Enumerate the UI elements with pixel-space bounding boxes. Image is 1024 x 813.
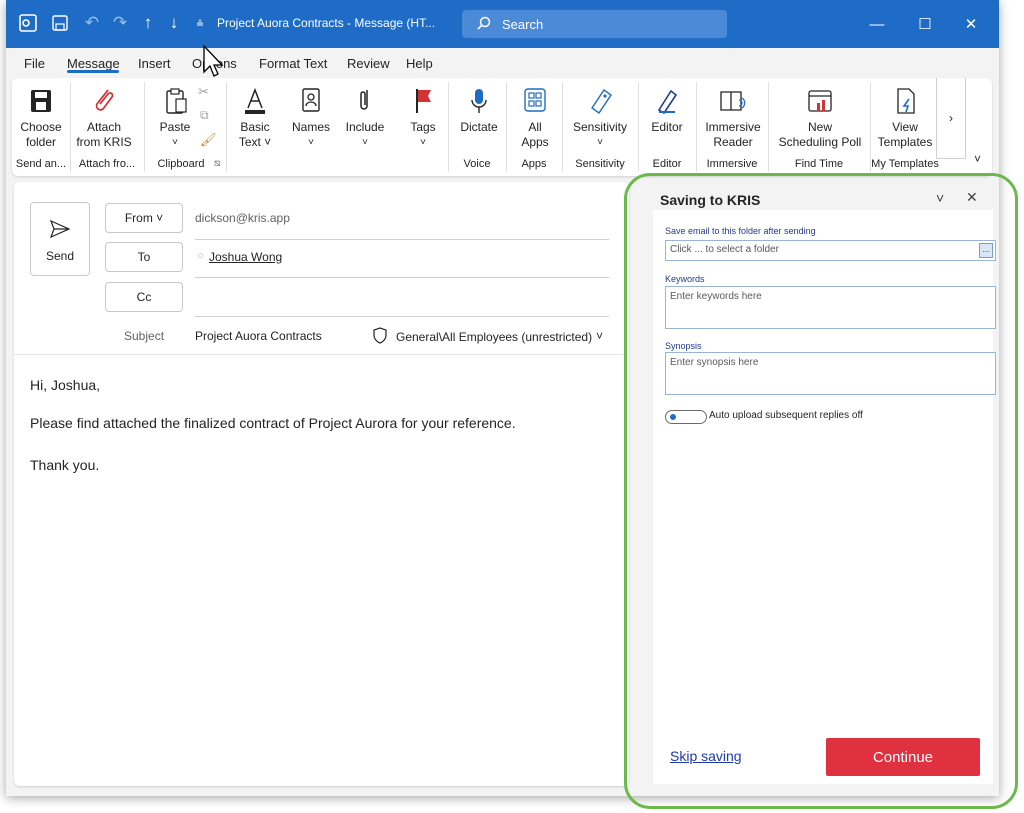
to-button[interactable]: To bbox=[105, 242, 183, 272]
undo-icon[interactable]: ↶ bbox=[82, 12, 102, 34]
include-button[interactable]: Include ˅ bbox=[342, 78, 388, 158]
editor-pen-icon bbox=[651, 86, 683, 116]
sensitivity-label-icon bbox=[584, 86, 616, 116]
save-disk-icon bbox=[25, 86, 57, 116]
tags-button[interactable]: Tags ˅ bbox=[400, 78, 446, 158]
recipient-status-icon: ○ bbox=[197, 250, 204, 262]
down-arrow-icon[interactable]: ↓ bbox=[164, 12, 184, 34]
search-box[interactable]: Search bbox=[462, 10, 727, 38]
group-label-find-time: Find Time bbox=[794, 158, 844, 170]
active-tab-indicator bbox=[67, 70, 119, 73]
window-title: Project Auora Contracts - Message (HT... bbox=[217, 16, 436, 30]
highlight-ring bbox=[624, 173, 1018, 809]
outlook-app-icon bbox=[18, 12, 38, 34]
apps-grid-icon bbox=[519, 86, 551, 116]
editor-button[interactable]: Editor bbox=[644, 78, 690, 158]
format-painter-icon[interactable]: 🖌 bbox=[200, 132, 217, 148]
from-divider bbox=[195, 239, 609, 240]
ribbon-more-chevron-icon[interactable]: › bbox=[936, 78, 966, 159]
flag-icon bbox=[407, 86, 439, 116]
immersive-reader-icon bbox=[717, 86, 749, 116]
group-label-voice: Voice bbox=[463, 158, 491, 170]
basic-text-button[interactable]: Basic Text ˅ bbox=[232, 78, 278, 158]
group-label-editor: Editor bbox=[652, 158, 682, 170]
view-templates-button[interactable]: View Templates bbox=[874, 78, 936, 158]
names-button[interactable]: Names ˅ bbox=[288, 78, 334, 158]
ribbon-collapse-chevron-icon[interactable]: ˅ bbox=[974, 152, 981, 166]
header-body-divider bbox=[14, 354, 629, 355]
include-dropdown-icon: ˅ bbox=[362, 137, 368, 148]
body-paragraph[interactable]: Please find attached the finalized contr… bbox=[30, 415, 516, 431]
cut-icon[interactable]: ✂ bbox=[198, 84, 209, 100]
save-icon[interactable] bbox=[50, 12, 70, 34]
templates-icon bbox=[889, 86, 921, 116]
tab-review[interactable]: Review bbox=[347, 56, 390, 71]
tab-insert[interactable]: Insert bbox=[138, 56, 171, 71]
close-button[interactable]: ✕ bbox=[956, 12, 986, 36]
all-apps-button[interactable]: All Apps bbox=[512, 78, 558, 158]
tab-help[interactable]: Help bbox=[406, 56, 433, 71]
body-closing[interactable]: Thank you. bbox=[30, 457, 99, 473]
group-label-sensitivity: Sensitivity bbox=[575, 158, 625, 170]
title-bar: ↶ ↷ ↑ ↓ ⩮ Project Auora Contracts - Mess… bbox=[6, 0, 999, 48]
sensitivity-chevron-icon[interactable]: ˅ bbox=[596, 329, 603, 343]
choose-folder-button[interactable]: Choose folder bbox=[18, 78, 64, 158]
new-scheduling-poll-button[interactable]: New Scheduling Poll bbox=[774, 78, 866, 158]
group-label-send: Send an... bbox=[15, 158, 67, 170]
clipboard-icon bbox=[159, 86, 191, 116]
ribbon-separator bbox=[226, 82, 227, 172]
paste-dropdown-icon: ˅ bbox=[172, 137, 178, 148]
group-label-clipboard: Clipboard bbox=[157, 158, 205, 170]
shield-icon bbox=[372, 327, 388, 349]
sensitivity-button[interactable]: Sensitivity ˅ bbox=[568, 78, 632, 158]
sensitivity-label[interactable]: General\All Employees (unrestricted) bbox=[396, 330, 592, 344]
tab-message[interactable]: Message bbox=[67, 56, 120, 71]
clipboard-launcher-icon[interactable]: ⧅ bbox=[214, 158, 220, 169]
attach-from-kris-button[interactable]: Attach from KRIS bbox=[74, 78, 134, 158]
group-label-apps: Apps bbox=[521, 158, 547, 170]
cc-button[interactable]: Cc bbox=[105, 282, 183, 312]
paperclip-icon bbox=[88, 86, 120, 116]
mouse-cursor-icon bbox=[203, 44, 227, 84]
attach-file-icon bbox=[349, 86, 381, 116]
cc-field-line bbox=[195, 316, 609, 317]
to-field-line bbox=[195, 277, 609, 278]
font-color-icon bbox=[239, 86, 271, 116]
names-dropdown-icon: ˅ bbox=[308, 137, 314, 148]
paste-button[interactable]: Paste ˅ bbox=[152, 78, 198, 158]
copy-icon[interactable]: ⧉ bbox=[200, 108, 209, 123]
compose-pane: Send From ˅ dickson@kris.app To ○ Joshua… bbox=[14, 182, 629, 786]
subject-label: Subject bbox=[124, 329, 165, 343]
redo-icon[interactable]: ↷ bbox=[110, 12, 130, 34]
dictate-button[interactable]: Dictate bbox=[456, 78, 502, 158]
search-icon bbox=[476, 15, 492, 36]
ribbon-tabs: File Message Insert Options Format Text … bbox=[6, 48, 999, 76]
subject-input[interactable]: Project Auora Contracts bbox=[195, 329, 322, 343]
immersive-reader-button[interactable]: Immersive Reader bbox=[702, 78, 764, 158]
search-label: Search bbox=[502, 17, 544, 32]
address-book-icon bbox=[295, 86, 327, 116]
microphone-icon bbox=[463, 86, 495, 116]
maximize-button[interactable]: ☐ bbox=[910, 12, 940, 36]
minimize-button[interactable]: — bbox=[862, 12, 892, 36]
ribbon: Choose folder Attach from KRIS Paste ˅ ✂… bbox=[12, 78, 992, 176]
from-button[interactable]: From ˅ bbox=[105, 203, 183, 233]
body-greeting[interactable]: Hi, Joshua, bbox=[30, 377, 100, 393]
group-label-immersive: Immersive bbox=[706, 158, 758, 170]
quick-access-customize-icon[interactable]: ⩮ bbox=[190, 12, 210, 34]
send-button[interactable]: Send bbox=[30, 202, 90, 276]
from-address: dickson@kris.app bbox=[195, 211, 290, 225]
send-icon bbox=[49, 219, 71, 244]
tab-file[interactable]: File bbox=[24, 56, 45, 71]
tab-format-text[interactable]: Format Text bbox=[259, 56, 327, 71]
ribbon-separator bbox=[144, 82, 145, 172]
group-label-attach: Attach fro... bbox=[78, 158, 136, 170]
group-label-my-templates: My Templates bbox=[871, 158, 939, 170]
sensitivity-dropdown-icon: ˅ bbox=[597, 137, 603, 148]
to-recipient[interactable]: Joshua Wong bbox=[209, 250, 282, 264]
calendar-poll-icon bbox=[804, 86, 836, 116]
up-arrow-icon[interactable]: ↑ bbox=[138, 12, 158, 34]
tags-dropdown-icon: ˅ bbox=[420, 137, 426, 148]
